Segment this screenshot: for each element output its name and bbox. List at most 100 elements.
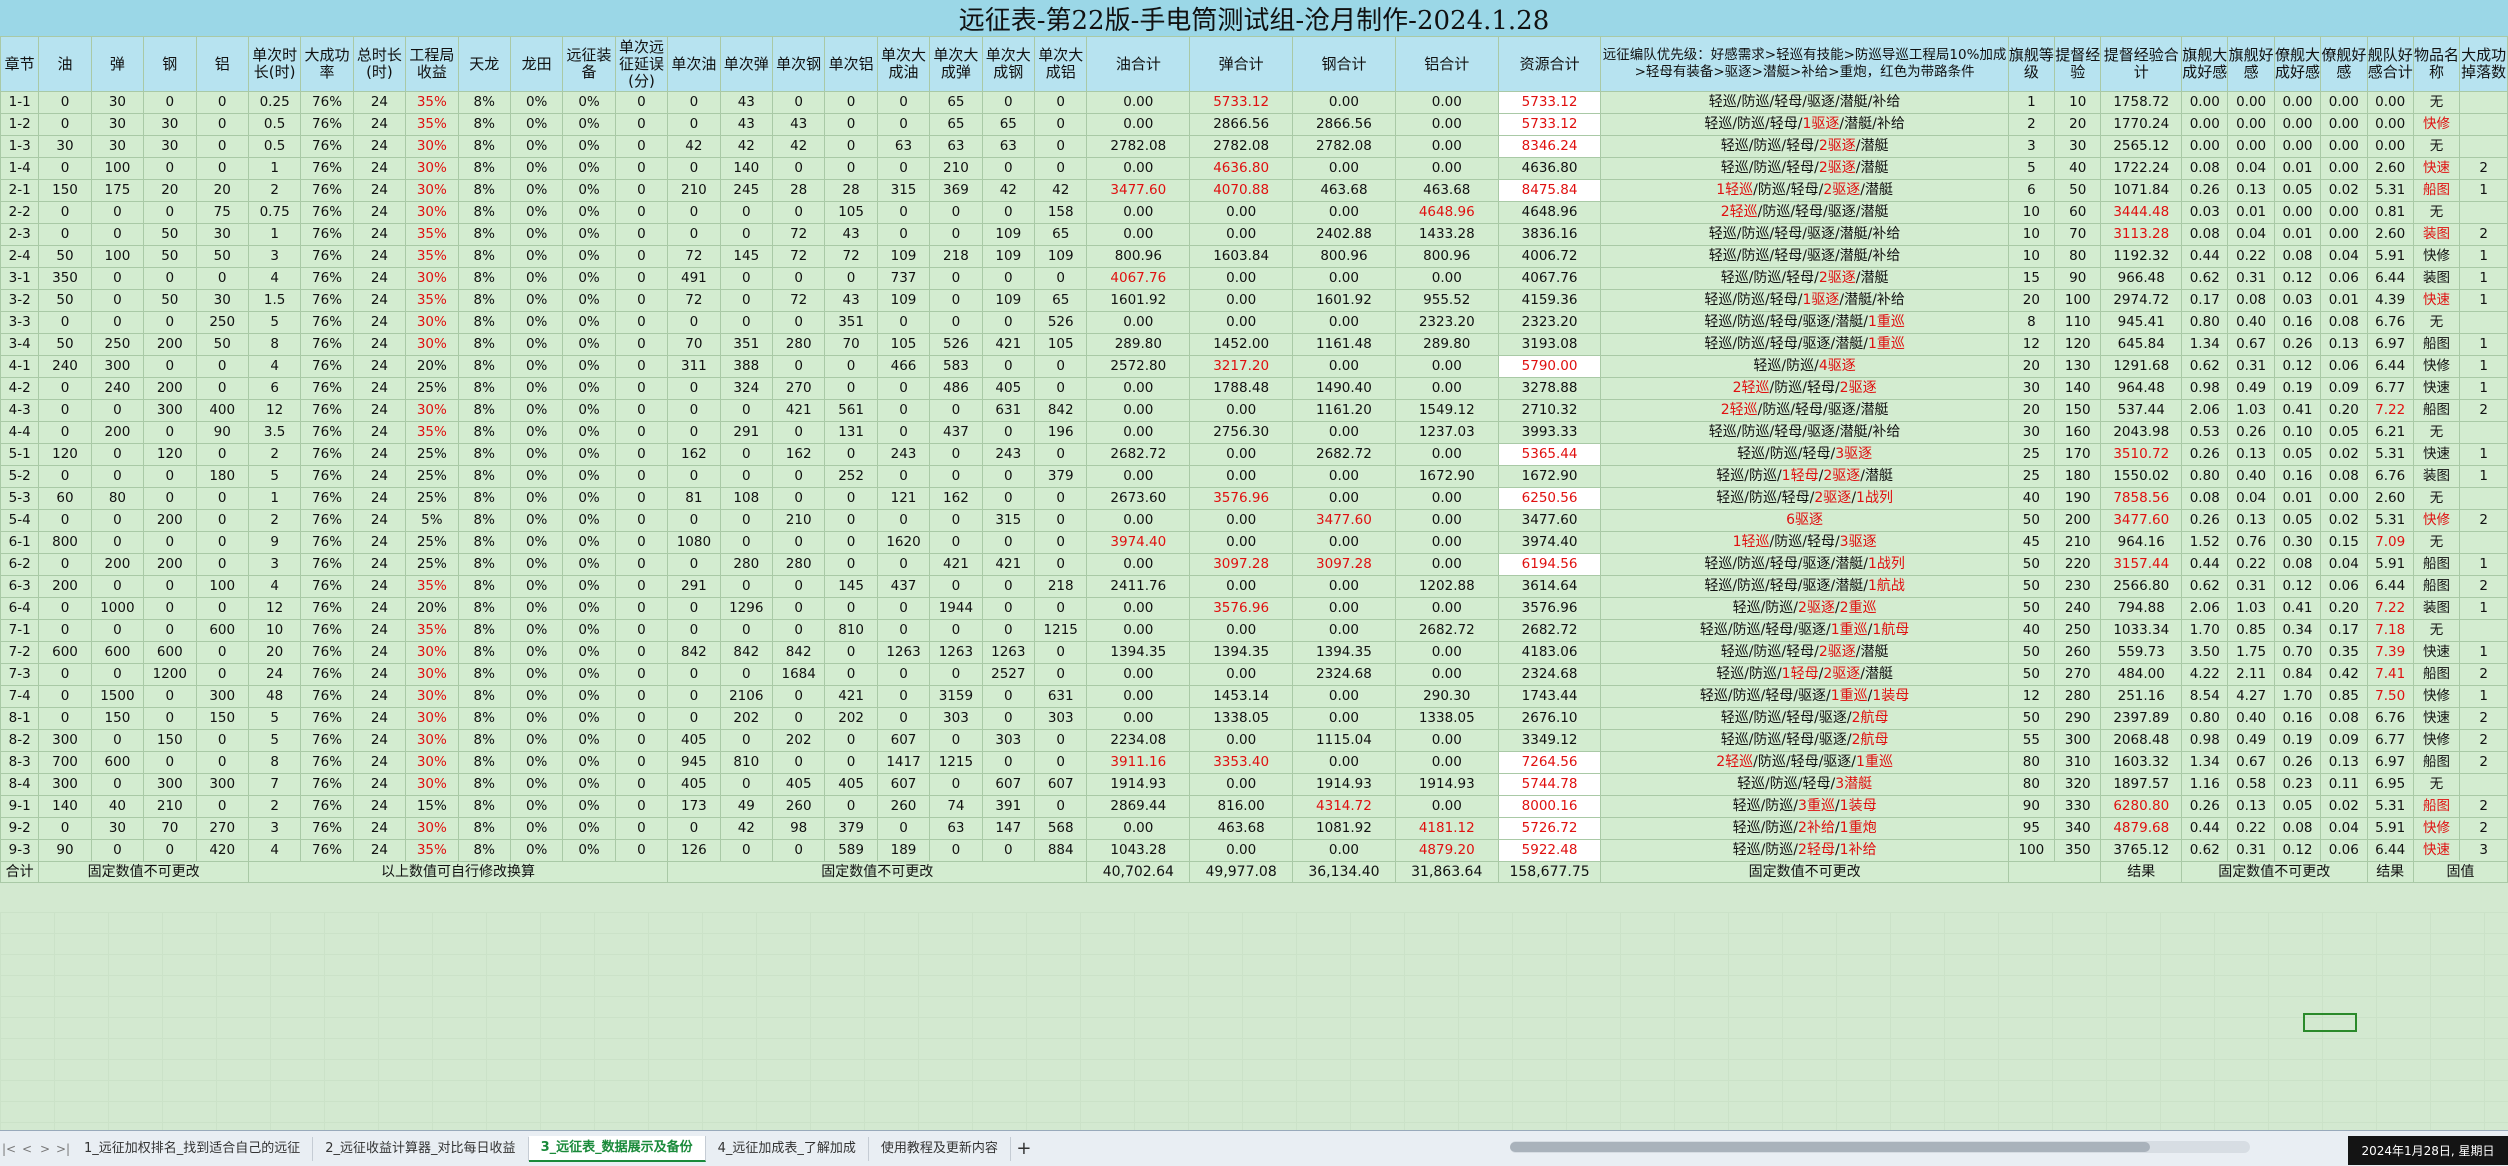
fleet-plan-cell[interactable]: 轻巡/防巡/轻母/1驱逐/潜艇/补给 [1600,289,2009,312]
table-cell[interactable]: 2 [247,795,302,818]
table-cell[interactable]: 1043.28 [1086,839,1191,862]
table-cell[interactable]: 24 [352,487,407,510]
table-cell[interactable]: 1296 [719,597,773,620]
column-header[interactable]: 单次弹 [719,36,773,92]
table-cell[interactable]: 0 [195,135,249,158]
table-cell[interactable]: 72 [771,223,826,246]
table-cell[interactable]: 1 [2459,245,2508,268]
table-cell[interactable]: 3113.28 [2100,223,2183,246]
table-cell[interactable]: 6.77 [2366,377,2414,400]
table-cell[interactable]: 0 [90,399,145,422]
table-cell[interactable]: 0% [562,487,616,510]
table-cell[interactable]: 4-1 [0,355,40,378]
table-cell[interactable]: 0 [824,157,878,180]
table-cell[interactable]: 0.00 [2366,135,2414,158]
table-cell[interactable]: 1550.02 [2100,465,2183,488]
table-cell[interactable]: 218 [1034,575,1088,598]
table-cell[interactable]: 0 [38,377,92,400]
table-cell[interactable]: 1394.35 [1086,641,1191,664]
table-cell[interactable]: 300 [143,399,197,422]
table-cell[interactable]: 2782.08 [1189,135,1294,158]
table-cell[interactable]: 50 [143,245,197,268]
table-cell[interactable]: 1770.24 [2100,113,2183,136]
table-cell[interactable]: 0 [929,531,983,554]
table-cell[interactable]: 快速 [2412,707,2461,730]
table-cell[interactable]: 快修 [2412,817,2461,840]
table-cell[interactable]: 81 [667,487,721,510]
table-cell[interactable]: 0% [509,641,564,664]
table-cell[interactable]: 0 [824,377,878,400]
table-cell[interactable]: 70 [824,333,878,356]
table-cell[interactable]: 0 [195,443,249,466]
table-cell[interactable]: 42 [719,135,773,158]
table-cell[interactable]: 0 [38,817,92,840]
table-cell[interactable]: 0 [1034,113,1088,136]
table-cell[interactable]: 2565.12 [2100,135,2183,158]
table-cell[interactable]: 0.49 [2227,377,2275,400]
table-cell[interactable]: 12 [2007,333,2056,356]
table-cell[interactable]: 76% [300,399,354,422]
table-cell[interactable]: 6.44 [2366,839,2414,862]
table-cell[interactable]: 0 [981,619,1036,642]
table-cell[interactable]: 6-3 [0,575,40,598]
fleet-plan-cell[interactable]: 轻巡/防巡/轻母/1驱逐/潜艇/补给 [1600,113,2009,136]
table-cell[interactable]: 280 [719,553,773,576]
table-cell[interactable]: 0.06 [2320,267,2368,290]
table-cell[interactable]: 0 [1034,267,1088,290]
table-cell[interactable]: 463.68 [1394,179,1499,202]
table-cell[interactable]: 0 [614,575,669,598]
table-cell[interactable]: 202 [771,729,826,752]
table-cell[interactable]: 0.04 [2320,245,2368,268]
table-cell[interactable]: 6.97 [2366,751,2414,774]
table-cell[interactable]: 140 [719,157,773,180]
table-cell[interactable]: 2866.56 [1292,113,1396,136]
table-cell[interactable]: 5726.72 [1497,817,1602,840]
fleet-plan-cell[interactable]: 轻巡/防巡/2补给/1重炮 [1600,817,2009,840]
table-cell[interactable]: 0% [509,663,564,686]
table-cell[interactable]: 1 [2459,553,2508,576]
table-cell[interactable]: 74 [929,795,983,818]
table-cell[interactable]: 0.00 [1394,553,1499,576]
table-cell[interactable]: 559.73 [2100,641,2183,664]
table-cell[interactable]: 1-1 [0,91,40,114]
table-cell[interactable]: 200 [143,377,197,400]
table-cell[interactable]: 0 [876,509,931,532]
table-cell[interactable]: 0% [509,421,564,444]
table-cell[interactable]: 2324.68 [1497,663,1602,686]
table-cell[interactable]: 210 [143,795,197,818]
table-cell[interactable]: 3 [247,245,302,268]
table-cell[interactable]: 0 [824,91,878,114]
table-cell[interactable]: 0 [143,157,197,180]
table-cell[interactable]: 0% [509,773,564,796]
table-cell[interactable]: 0.17 [2320,619,2368,642]
table-cell[interactable]: 0.00 [2227,113,2275,136]
table-cell[interactable]: 76% [300,685,354,708]
table-cell[interactable]: 290.30 [1394,685,1499,708]
table-cell[interactable]: 405 [771,773,826,796]
table-cell[interactable]: 25 [2007,443,2056,466]
fleet-plan-cell[interactable]: 轻巡/防巡/轻母/驱逐/潜艇/补给 [1600,421,2009,444]
table-cell[interactable] [2459,311,2508,334]
table-cell[interactable]: 0 [1034,597,1088,620]
table-cell[interactable]: 8% [457,377,511,400]
table-cell[interactable]: 0 [981,575,1036,598]
table-cell[interactable]: 0 [38,399,92,422]
fleet-plan-cell[interactable]: 2轻巡/防巡/轻母/驱逐/潜艇 [1600,201,2009,224]
table-cell[interactable]: 405 [667,729,721,752]
table-cell[interactable]: 1115.04 [1292,729,1396,752]
table-cell[interactable]: 76% [300,355,354,378]
table-cell[interactable]: 0 [195,795,249,818]
table-cell[interactable]: 0.04 [2227,157,2275,180]
table-cell[interactable]: 76% [300,223,354,246]
table-cell[interactable]: 6.21 [2366,421,2414,444]
table-cell[interactable]: 0 [614,135,669,158]
table-cell[interactable]: 2 [2459,399,2508,422]
table-cell[interactable]: 2527 [981,663,1036,686]
table-cell[interactable]: 0 [719,267,773,290]
column-header[interactable]: 物品名称 [2412,36,2461,92]
table-cell[interactable]: 50 [143,223,197,246]
table-cell[interactable]: 1000 [90,597,145,620]
table-cell[interactable]: 0 [614,641,669,664]
table-cell[interactable]: 2756.30 [1189,421,1294,444]
table-cell[interactable]: 0 [1034,157,1088,180]
